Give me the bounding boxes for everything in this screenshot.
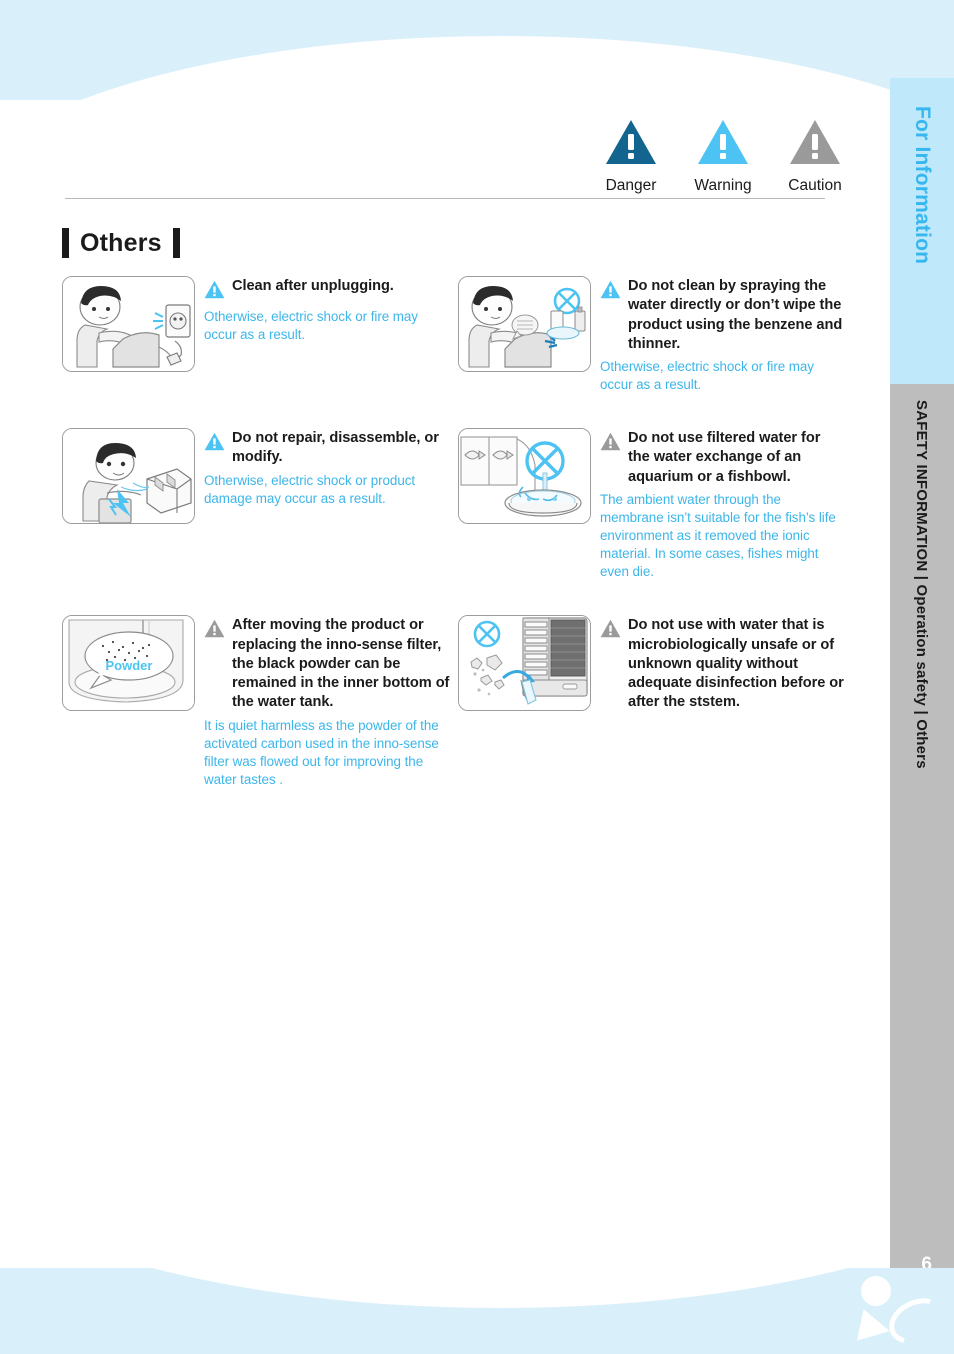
legend-label-warning: Warning	[694, 177, 752, 194]
safety-item-clean-after-unplugging: Clean after unplugging. Otherwise, elect…	[62, 276, 450, 394]
safety-item-headline: Do not repair, disassemble, or modify.	[232, 430, 439, 466]
top-decorative-band	[0, 0, 954, 100]
illustration-man-unplugging-cord-from-wall-outlet	[62, 276, 195, 372]
safety-item-text: Clean after unplugging. Otherwise, elect…	[204, 276, 450, 394]
legend-item-warning: Warning	[687, 118, 759, 195]
title-bar-left	[62, 228, 69, 258]
safety-item-do-not-clean-by-spraying: Do not clean by spraying the water direc…	[458, 276, 846, 394]
legend-label-danger: Danger	[605, 177, 657, 194]
decorative-dot-shape	[861, 1276, 891, 1306]
safety-item-subtext: Otherwise, electric shock or product dam…	[204, 472, 416, 506]
warning-triangle-icon	[204, 429, 225, 468]
safety-item-headline: Do not use filtered water for the water …	[628, 430, 821, 485]
document-page: Danger Warning Caution Others Clean afte…	[0, 0, 954, 1354]
caution-triangle-icon	[204, 616, 225, 712]
decorative-ring-shape	[881, 1289, 953, 1353]
safety-item-text: After moving the product or replacing th…	[204, 615, 450, 789]
caution-triangle-icon	[600, 429, 621, 487]
decorative-arrow-shape	[857, 1309, 893, 1347]
caution-triangle-icon	[779, 118, 851, 171]
safety-item-headline: Do not clean by spraying the water direc…	[628, 278, 843, 352]
warning-triangle-icon	[204, 277, 225, 304]
rail-top-label: For Information	[911, 106, 934, 265]
danger-triangle-icon	[595, 118, 667, 171]
safety-item-headline: Clean after unplugging.	[232, 278, 394, 294]
rail-section-safety-information: SAFETY INFORMATION | Operation safety | …	[890, 384, 954, 1276]
powder-callout-label: Powder	[106, 658, 153, 673]
safety-item-subtext: Otherwise, electric shock or fire may oc…	[600, 359, 814, 393]
legend-label-caution: Caution	[788, 177, 842, 194]
bottom-decorative-band	[0, 1268, 954, 1354]
safety-item-headline: Do not use with water that is microbiolo…	[628, 617, 844, 711]
rail-section-for-information: For Information	[890, 78, 954, 384]
illustration-prohibited-unsafe-water-into-purifier	[458, 615, 591, 712]
safety-item-text: Do not clean by spraying the water direc…	[600, 276, 846, 394]
safety-item-text: Do not use filtered water for the water …	[600, 428, 846, 581]
page-title: Others	[62, 228, 180, 258]
row-spacer	[62, 400, 852, 428]
safety-item-subtext: It is quiet harmless as the powder of th…	[204, 717, 439, 787]
safety-item-subtext: The ambient water through the membrane i…	[600, 491, 836, 580]
illustration-water-tank-bottom-with-powder-callout: Powder	[62, 615, 195, 712]
safety-item-subtext: Otherwise, electric shock or fire may oc…	[204, 309, 418, 343]
safety-item-do-not-use-filtered-water-for-aquarium: Do not use filtered water for the water …	[458, 428, 846, 581]
safety-item-text: Do not use with water that is microbiolo…	[600, 615, 846, 789]
safety-row: Clean after unplugging. Otherwise, elect…	[62, 276, 852, 394]
safety-item-black-powder-in-water-tank: Powder After moving the product or repla…	[62, 615, 450, 789]
caution-triangle-icon	[600, 616, 621, 712]
legend-item-caution: Caution	[779, 118, 851, 195]
severity-legend: Danger Warning Caution	[595, 118, 851, 195]
safety-item-headline: After moving the product or replacing th…	[232, 617, 450, 711]
warning-triangle-icon	[600, 277, 621, 354]
illustration-prohibited-filtered-water-poured-into-fishbowl	[458, 428, 591, 525]
warning-triangle-icon	[687, 118, 759, 171]
safety-item-do-not-repair-disassemble-modify: Do not repair, disassemble, or modify. O…	[62, 428, 450, 581]
page-title-text: Others	[80, 228, 162, 257]
legend-item-danger: Danger	[595, 118, 667, 195]
header-divider	[65, 198, 825, 199]
title-bar-right	[172, 228, 180, 258]
safety-items-grid: Clean after unplugging. Otherwise, elect…	[62, 276, 852, 795]
rail-bottom-label: SAFETY INFORMATION | Operation safety | …	[913, 400, 931, 769]
illustration-man-with-toolbox-getting-electric-shock	[62, 428, 195, 525]
safety-row: Do not repair, disassemble, or modify. O…	[62, 428, 852, 581]
row-spacer	[62, 587, 852, 615]
illustration-man-wiping-product-with-prohibited-benzene-bottles	[458, 276, 591, 372]
safety-item-do-not-use-microbiologically-unsafe-water: Do not use with water that is microbiolo…	[458, 615, 846, 789]
safety-row: Powder After moving the product or repla…	[62, 615, 852, 789]
safety-item-text: Do not repair, disassemble, or modify. O…	[204, 428, 450, 581]
